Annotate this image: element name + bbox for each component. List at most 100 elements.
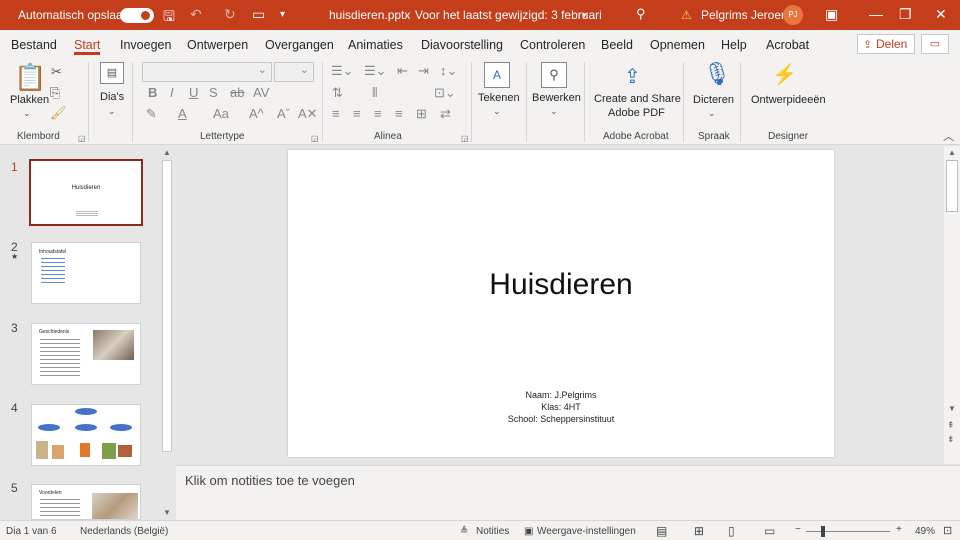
zoom-slider-thumb[interactable] [821, 526, 825, 537]
dictate-label[interactable]: Dicteren [693, 94, 734, 106]
notes-icon[interactable]: ≜ [460, 526, 468, 537]
grow-font-icon[interactable]: A^ [249, 106, 264, 121]
subtitle-school[interactable]: School: Scheppersinstituut [288, 414, 834, 424]
scroll-up-icon[interactable]: ▲ [163, 148, 171, 157]
tab-bestand[interactable]: Bestand [11, 38, 57, 52]
slide-thumbnail-5[interactable]: Voordelen [31, 484, 141, 520]
slides-label[interactable]: Dia's [100, 91, 124, 103]
drawing-label[interactable]: Tekenen [478, 92, 520, 104]
slide-thumbnail-2[interactable]: Inhoudstafel [31, 242, 141, 304]
paste-label[interactable]: Plakken [10, 94, 49, 106]
clipboard-launcher-icon[interactable]: ◲ [78, 134, 86, 143]
notes-placeholder[interactable]: Klik om notities toe te voegen [185, 473, 355, 488]
font-name-combo[interactable] [142, 62, 272, 82]
notes-toggle[interactable]: Notities [476, 526, 509, 537]
slide-thumbnail-3[interactable]: Geschiedenis [31, 323, 141, 385]
tab-diavoorstelling[interactable]: Diavoorstelling [421, 38, 503, 52]
slide-thumbnail-1[interactable]: Huisdieren [29, 159, 143, 226]
minimize-icon[interactable]: — [869, 6, 883, 22]
copy-icon[interactable]: ⎘ [50, 85, 60, 101]
designer-icon[interactable]: ⚡ [772, 62, 797, 87]
align-left-icon[interactable]: ≡ [332, 106, 340, 121]
last-modified[interactable]: Voor het laatst gewijzigd: 3 februari [415, 8, 602, 22]
editing-label[interactable]: Bewerken [532, 92, 581, 104]
find-icon[interactable]: ⚲ [541, 62, 567, 88]
undo-icon[interactable]: ↶ [190, 6, 202, 23]
tab-animaties[interactable]: Animaties [348, 38, 403, 52]
text-direction-icon[interactable]: ⇅ [332, 85, 343, 101]
save-icon[interactable]: 🖫 [163, 6, 175, 30]
numbering-icon[interactable]: ☰⌄ [364, 63, 387, 79]
zoom-level[interactable]: 49% [915, 526, 935, 537]
zoom-slider-track[interactable] [806, 531, 890, 532]
editor-scroll-thumb[interactable] [946, 160, 958, 212]
align-text-icon[interactable]: ⊡⌄ [434, 85, 456, 101]
previous-slide-icon[interactable]: ⇞ [947, 420, 955, 431]
highlight-icon[interactable]: ✎ [146, 106, 157, 122]
next-slide-icon[interactable]: ⇟ [947, 434, 955, 445]
change-case-icon[interactable]: Aa [213, 106, 229, 121]
zoom-in-icon[interactable]: + [896, 524, 902, 535]
customize-qat-icon[interactable]: ▾ [280, 9, 285, 20]
bullets-icon[interactable]: ☰⌄ [331, 63, 354, 79]
share-button[interactable]: ⇪ Delen [857, 34, 915, 54]
present-icon[interactable]: ▭ [252, 6, 265, 23]
convert-smartart-icon[interactable]: ⇄ [440, 106, 451, 122]
slide-title[interactable]: Huisdieren [288, 268, 834, 302]
current-slide[interactable]: Huisdieren Naam: J.Pelgrims Klas: 4HT Sc… [288, 150, 834, 457]
tab-acrobat[interactable]: Acrobat [766, 38, 809, 52]
subtitle-class[interactable]: Klas: 4HT [288, 402, 834, 412]
scroll-down-icon[interactable]: ▼ [163, 508, 171, 517]
editing-dropdown-icon[interactable]: ⌄ [550, 106, 558, 117]
align-center-icon[interactable]: ≡ [353, 106, 361, 121]
normal-view-icon[interactable]: ▤ [656, 524, 667, 538]
clear-format-icon[interactable]: A✕ [298, 106, 318, 122]
thumbnails-scroll-thumb[interactable] [162, 160, 172, 452]
collapse-ribbon-icon[interactable]: ︿ [943, 128, 954, 144]
smartart-icon[interactable]: ⊞ [416, 106, 427, 122]
view-settings[interactable]: Weergave-instellingen [537, 526, 636, 537]
tab-help[interactable]: Help [721, 38, 747, 52]
paragraph-launcher-icon[interactable]: ◲ [461, 134, 469, 143]
paste-icon[interactable]: 📋 [14, 62, 46, 93]
notes-pane[interactable]: Klik om notities toe te voegen [176, 465, 960, 520]
shrink-font-icon[interactable]: Aˇ [277, 106, 290, 121]
italic-icon[interactable]: I [170, 85, 174, 100]
font-launcher-icon[interactable]: ◲ [311, 134, 319, 143]
dictate-dropdown-icon[interactable]: ⌄ [708, 108, 716, 119]
decrease-indent-icon[interactable]: ⇤ [397, 63, 408, 79]
chevron-down-icon[interactable]: ▾ [582, 10, 587, 21]
font-size-combo[interactable] [274, 62, 314, 82]
microphone-icon[interactable]: 🎙 [703, 61, 731, 87]
new-slide-icon[interactable]: ▤ [100, 62, 124, 84]
tab-opnemen[interactable]: Opnemen [650, 38, 705, 52]
acrobat-pdf-icon[interactable]: ⇪ [624, 64, 641, 89]
language-indicator[interactable]: Nederlands (België) [80, 526, 168, 537]
tab-start[interactable]: Start [74, 38, 100, 52]
font-color-icon[interactable]: A [178, 106, 187, 121]
tab-ontwerpen[interactable]: Ontwerpen [187, 38, 248, 52]
shadow-icon[interactable]: S [209, 85, 218, 100]
zoom-out-icon[interactable]: − [795, 524, 801, 535]
bold-icon[interactable]: B [148, 85, 157, 100]
columns-icon[interactable]: ⫴ [372, 85, 377, 101]
restore-icon[interactable]: ❐ [899, 6, 912, 23]
tab-beeld[interactable]: Beeld [601, 38, 633, 52]
increase-indent-icon[interactable]: ⇥ [418, 63, 429, 79]
fit-to-window-icon[interactable]: ⊡ [943, 524, 952, 537]
paste-dropdown-icon[interactable]: ⌄ [23, 108, 31, 119]
reading-view-icon[interactable]: ▯ [728, 524, 735, 538]
slide-sorter-icon[interactable]: ⊞ [694, 524, 704, 538]
autosave-toggle[interactable] [120, 8, 154, 23]
subtitle-name[interactable]: Naam: J.Pelgrims [288, 390, 834, 400]
thumbnails-scrollbar[interactable]: ▲ ▼ [160, 146, 174, 520]
tab-overgangen[interactable]: Overgangen [265, 38, 334, 52]
drawing-dropdown-icon[interactable]: ⌄ [493, 106, 501, 117]
search-icon[interactable]: ⚲ [636, 6, 646, 22]
ribbon-display-icon[interactable]: ▣ [825, 6, 838, 23]
underline-icon[interactable]: U [189, 85, 198, 100]
slides-dropdown-icon[interactable]: ⌄ [108, 106, 116, 117]
tab-controleren[interactable]: Controleren [520, 38, 585, 52]
view-settings-icon[interactable]: ▣ [524, 526, 533, 537]
align-right-icon[interactable]: ≡ [374, 106, 382, 121]
